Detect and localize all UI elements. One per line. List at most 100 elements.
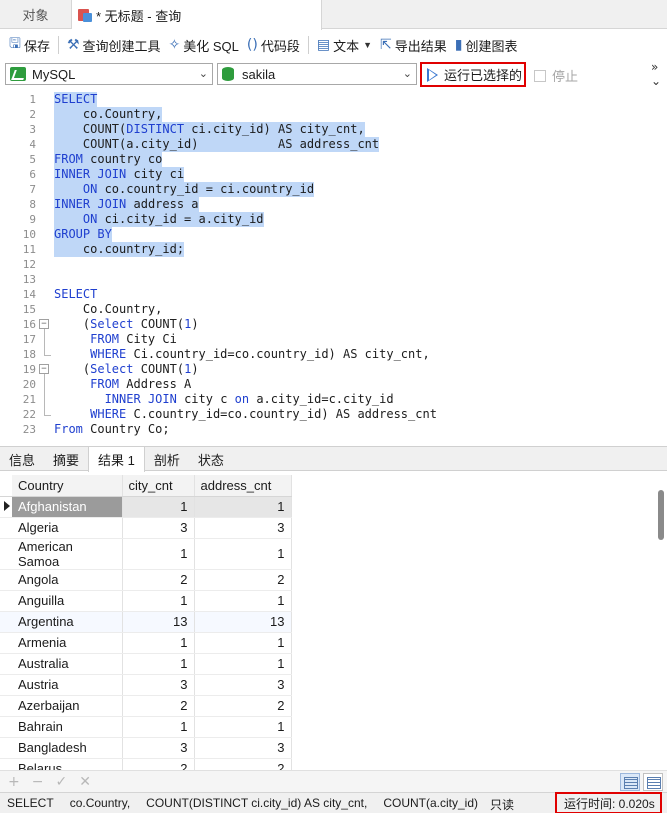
- result-tab[interactable]: 剖析: [145, 447, 189, 471]
- result-tab[interactable]: 状态: [189, 447, 233, 471]
- table-cell[interactable]: Bahrain: [12, 716, 123, 738]
- table-row[interactable]: Azerbaijan 2 2: [0, 695, 292, 717]
- tab-objects[interactable]: 对象: [0, 0, 72, 29]
- table-cell[interactable]: 1: [122, 653, 195, 675]
- table-cell[interactable]: 2: [122, 695, 195, 717]
- vertical-scrollbar[interactable]: [658, 490, 664, 540]
- discard-icon[interactable]: ✕: [79, 774, 91, 790]
- code-text: COUNT(a.city_id) AS address_cnt: [54, 137, 380, 152]
- editor-line: 6 INNER JOIN city ci: [0, 167, 667, 182]
- code-snippet-button[interactable]: () 代码段: [243, 33, 304, 57]
- line-number: 2: [29, 108, 36, 121]
- table-cell[interactable]: Australia: [12, 653, 123, 675]
- table-row[interactable]: Argentina 13 13: [0, 611, 292, 633]
- table-row[interactable]: Afghanistan 1 1: [0, 496, 292, 518]
- table-cell[interactable]: 1: [122, 632, 195, 654]
- table-cell[interactable]: 1: [194, 653, 292, 675]
- table-row[interactable]: Bahrain 1 1: [0, 716, 292, 738]
- text-button[interactable]: ▤ 文本 ▼: [313, 33, 376, 57]
- table-row[interactable]: American Samoa 1 1: [0, 538, 292, 570]
- add-row-icon[interactable]: +: [8, 774, 20, 790]
- table-cell[interactable]: 3: [122, 517, 195, 539]
- run-time-label: 运行时间: 0.020s: [555, 792, 662, 813]
- connection-select[interactable]: MySQL ⌄: [5, 63, 213, 85]
- table-cell[interactable]: Bangladesh: [12, 737, 123, 759]
- table-cell[interactable]: Austria: [12, 674, 123, 696]
- result-tab[interactable]: 信息: [0, 447, 44, 471]
- code-text: co.Country,: [54, 107, 163, 122]
- table-cell[interactable]: Algeria: [12, 517, 123, 539]
- save-button[interactable]: 🖫 保存: [5, 33, 54, 57]
- table-cell[interactable]: American Samoa: [12, 538, 123, 570]
- table-cell[interactable]: 3: [194, 517, 292, 539]
- table-cell[interactable]: Azerbaijan: [12, 695, 123, 717]
- table-cell[interactable]: 3: [122, 674, 195, 696]
- table-cell[interactable]: Afghanistan: [12, 496, 123, 518]
- code-text: INNER JOIN city ci: [54, 167, 185, 182]
- table-cell[interactable]: 1: [194, 590, 292, 612]
- export-icon: ⇱: [380, 37, 392, 53]
- table-cell[interactable]: 13: [122, 611, 195, 633]
- table-cell[interactable]: 13: [194, 611, 292, 633]
- line-number: 14: [22, 288, 36, 301]
- table-row[interactable]: Angola 2 2: [0, 569, 292, 591]
- create-chart-button[interactable]: ▮ 创建图表: [451, 33, 522, 57]
- toolbar-overflow-icon[interactable]: » ⌄: [651, 60, 661, 88]
- table-cell[interactable]: 1: [194, 538, 292, 570]
- column-header[interactable]: city_cnt: [122, 475, 195, 497]
- tab-query[interactable]: * 无标题 - 查询: [72, 0, 322, 30]
- line-number: 13: [22, 273, 36, 286]
- table-cell[interactable]: 1: [194, 716, 292, 738]
- query-builder-button[interactable]: ⚒ 查询创建工具: [63, 33, 165, 57]
- column-header[interactable]: Country: [12, 475, 123, 497]
- apply-icon[interactable]: ✓: [55, 774, 67, 790]
- table-row[interactable]: Bangladesh 3 3: [0, 737, 292, 759]
- table-cell[interactable]: 3: [194, 674, 292, 696]
- table-cell[interactable]: Belarus: [12, 758, 123, 770]
- editor-line: 22 WHERE C.country_id=co.country_id) AS …: [0, 407, 667, 422]
- document-icon: ▤: [316, 37, 331, 53]
- fold-toggle-icon[interactable]: −: [39, 319, 49, 329]
- table-cell[interactable]: 1: [194, 496, 292, 518]
- editor-line: 17 FROM City Ci: [0, 332, 667, 347]
- result-grid[interactable]: Country city_cnt address_cnt Afghanistan 1 1 A…: [0, 472, 667, 770]
- column-header[interactable]: address_cnt: [194, 475, 292, 497]
- table-cell[interactable]: 1: [122, 538, 195, 570]
- sql-editor[interactable]: 1 SELECT 2 co.Country, 3 COUNT(DISTINCT ci.…: [0, 88, 667, 444]
- table-cell[interactable]: 2: [194, 758, 292, 770]
- table-row[interactable]: Belarus 2 2: [0, 758, 292, 770]
- table-cell[interactable]: 3: [122, 737, 195, 759]
- toolbar-divider: [57, 36, 59, 54]
- grid-view-icon[interactable]: [620, 773, 640, 791]
- result-tab[interactable]: 结果 1: [88, 447, 145, 472]
- table-row[interactable]: Austria 3 3: [0, 674, 292, 696]
- table-cell[interactable]: 2: [122, 758, 195, 770]
- table-cell[interactable]: 2: [194, 695, 292, 717]
- table-cell[interactable]: 1: [122, 496, 195, 518]
- toolbar-divider: [307, 36, 309, 54]
- delete-row-icon[interactable]: −: [32, 774, 44, 790]
- result-tab[interactable]: 摘要: [44, 447, 88, 471]
- table-row[interactable]: Armenia 1 1: [0, 632, 292, 654]
- table-cell[interactable]: Armenia: [12, 632, 123, 654]
- form-view-icon[interactable]: [643, 773, 663, 791]
- table-cell[interactable]: 3: [194, 737, 292, 759]
- table-cell[interactable]: Anguilla: [12, 590, 123, 612]
- database-select[interactable]: sakila ⌄: [217, 63, 417, 85]
- table-cell[interactable]: 1: [194, 632, 292, 654]
- table-cell[interactable]: Angola: [12, 569, 123, 591]
- row-indicator: [0, 758, 12, 770]
- beautify-sql-button[interactable]: ✧ 美化 SQL: [165, 33, 243, 57]
- table-row[interactable]: Algeria 3 3: [0, 517, 292, 539]
- run-selected-button[interactable]: 运行已选择的: [420, 62, 526, 87]
- table-row[interactable]: Anguilla 1 1: [0, 590, 292, 612]
- table-cell[interactable]: 2: [194, 569, 292, 591]
- table-cell[interactable]: 1: [122, 590, 195, 612]
- table-cell[interactable]: 2: [122, 569, 195, 591]
- fold-toggle-icon[interactable]: −: [39, 364, 49, 374]
- export-results-button[interactable]: ⇱ 导出结果: [376, 33, 451, 57]
- stop-button[interactable]: 停止: [534, 66, 578, 85]
- table-row[interactable]: Australia 1 1: [0, 653, 292, 675]
- table-cell[interactable]: Argentina: [12, 611, 123, 633]
- table-cell[interactable]: 1: [122, 716, 195, 738]
